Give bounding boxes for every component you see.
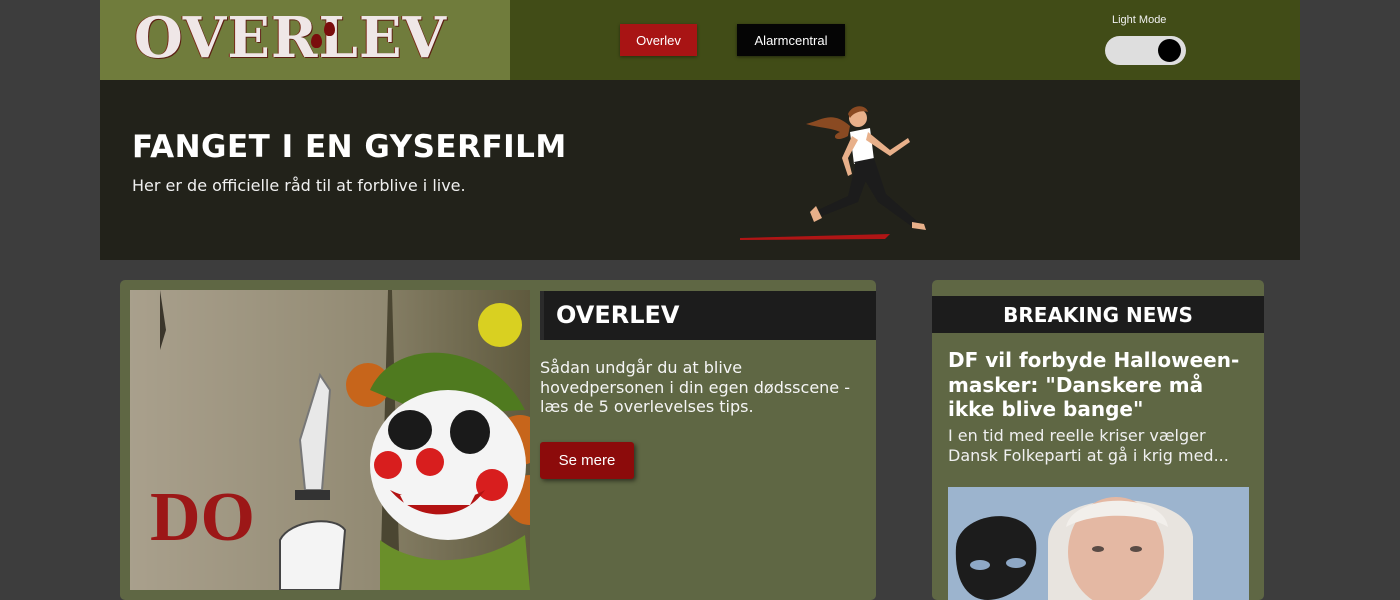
breaking-news-card: BREAKING NEWS DF vil forbyde Halloween-m…	[932, 280, 1264, 600]
nav-alarmcentral-button[interactable]: Alarmcentral	[737, 24, 845, 56]
hero-subtitle: Her er de officielle råd til at forblive…	[132, 176, 466, 195]
news-article-title[interactable]: DF vil forbyde Halloween-masker: "Danske…	[948, 348, 1248, 422]
news-article-excerpt: I en tid med reelle kriser vælger Dansk …	[948, 426, 1229, 465]
site-header: OVERLEV Overlev Alarmcentral Light Mode	[100, 0, 1300, 80]
blood-text: DO	[150, 479, 255, 556]
see-more-button[interactable]: Se mere	[540, 442, 634, 479]
theme-toggle-label: Light Mode	[1112, 14, 1167, 26]
logo-area[interactable]: OVERLEV	[100, 0, 510, 80]
news-article-image[interactable]	[948, 487, 1249, 600]
card-heading: OVERLEV	[556, 301, 680, 329]
running-woman-illustration	[740, 106, 926, 240]
theme-toggle[interactable]	[1105, 36, 1186, 65]
card-heading-bar: OVERLEV	[540, 291, 876, 340]
hero-title: FANGET I EN GYSERFILM	[132, 129, 567, 165]
nav-overlev-button[interactable]: Overlev	[620, 24, 697, 56]
clown-image: DO	[130, 290, 530, 590]
logo-text: OVERLEV	[134, 5, 447, 71]
news-heading-bar: BREAKING NEWS	[932, 296, 1264, 333]
blood-drop-icon	[311, 34, 322, 48]
blood-drop-icon	[324, 22, 335, 36]
card-description: Sådan undgår du at blive hovedpersonen i…	[540, 358, 850, 416]
news-heading: BREAKING NEWS	[1003, 302, 1193, 327]
hero-banner: FANGET I EN GYSERFILM Her er de officiel…	[100, 80, 1300, 260]
overlev-card: DO OVERLEV Sådan undgår du at blive hove…	[120, 280, 876, 600]
toggle-knob-icon	[1158, 39, 1181, 62]
